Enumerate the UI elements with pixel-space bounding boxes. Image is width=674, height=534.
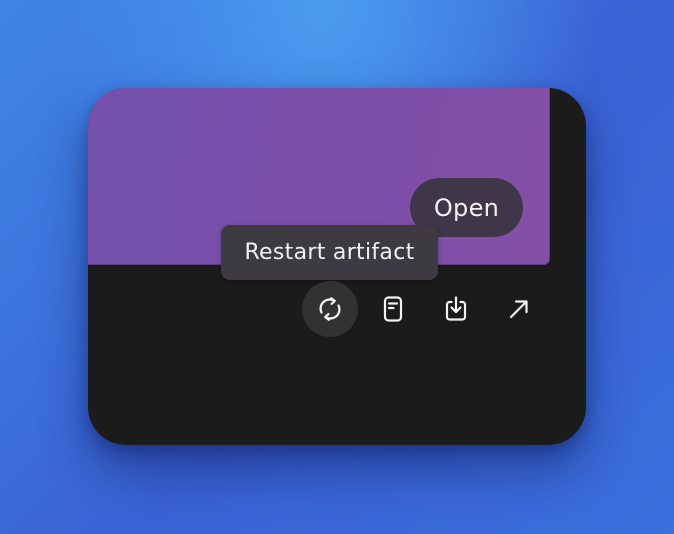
restart-tooltip: Restart artifact [221, 225, 438, 280]
document-icon [383, 296, 403, 322]
arrow-up-right-icon [509, 300, 528, 319]
download-button[interactable] [428, 281, 484, 337]
document-button[interactable] [365, 281, 421, 337]
download-icon [445, 296, 467, 321]
restart-button[interactable] [302, 281, 358, 337]
restart-icon [319, 297, 341, 321]
artifact-toolbar [302, 281, 554, 337]
open-external-button[interactable] [491, 281, 547, 337]
artifact-card: Open Restart artifact [88, 88, 586, 445]
